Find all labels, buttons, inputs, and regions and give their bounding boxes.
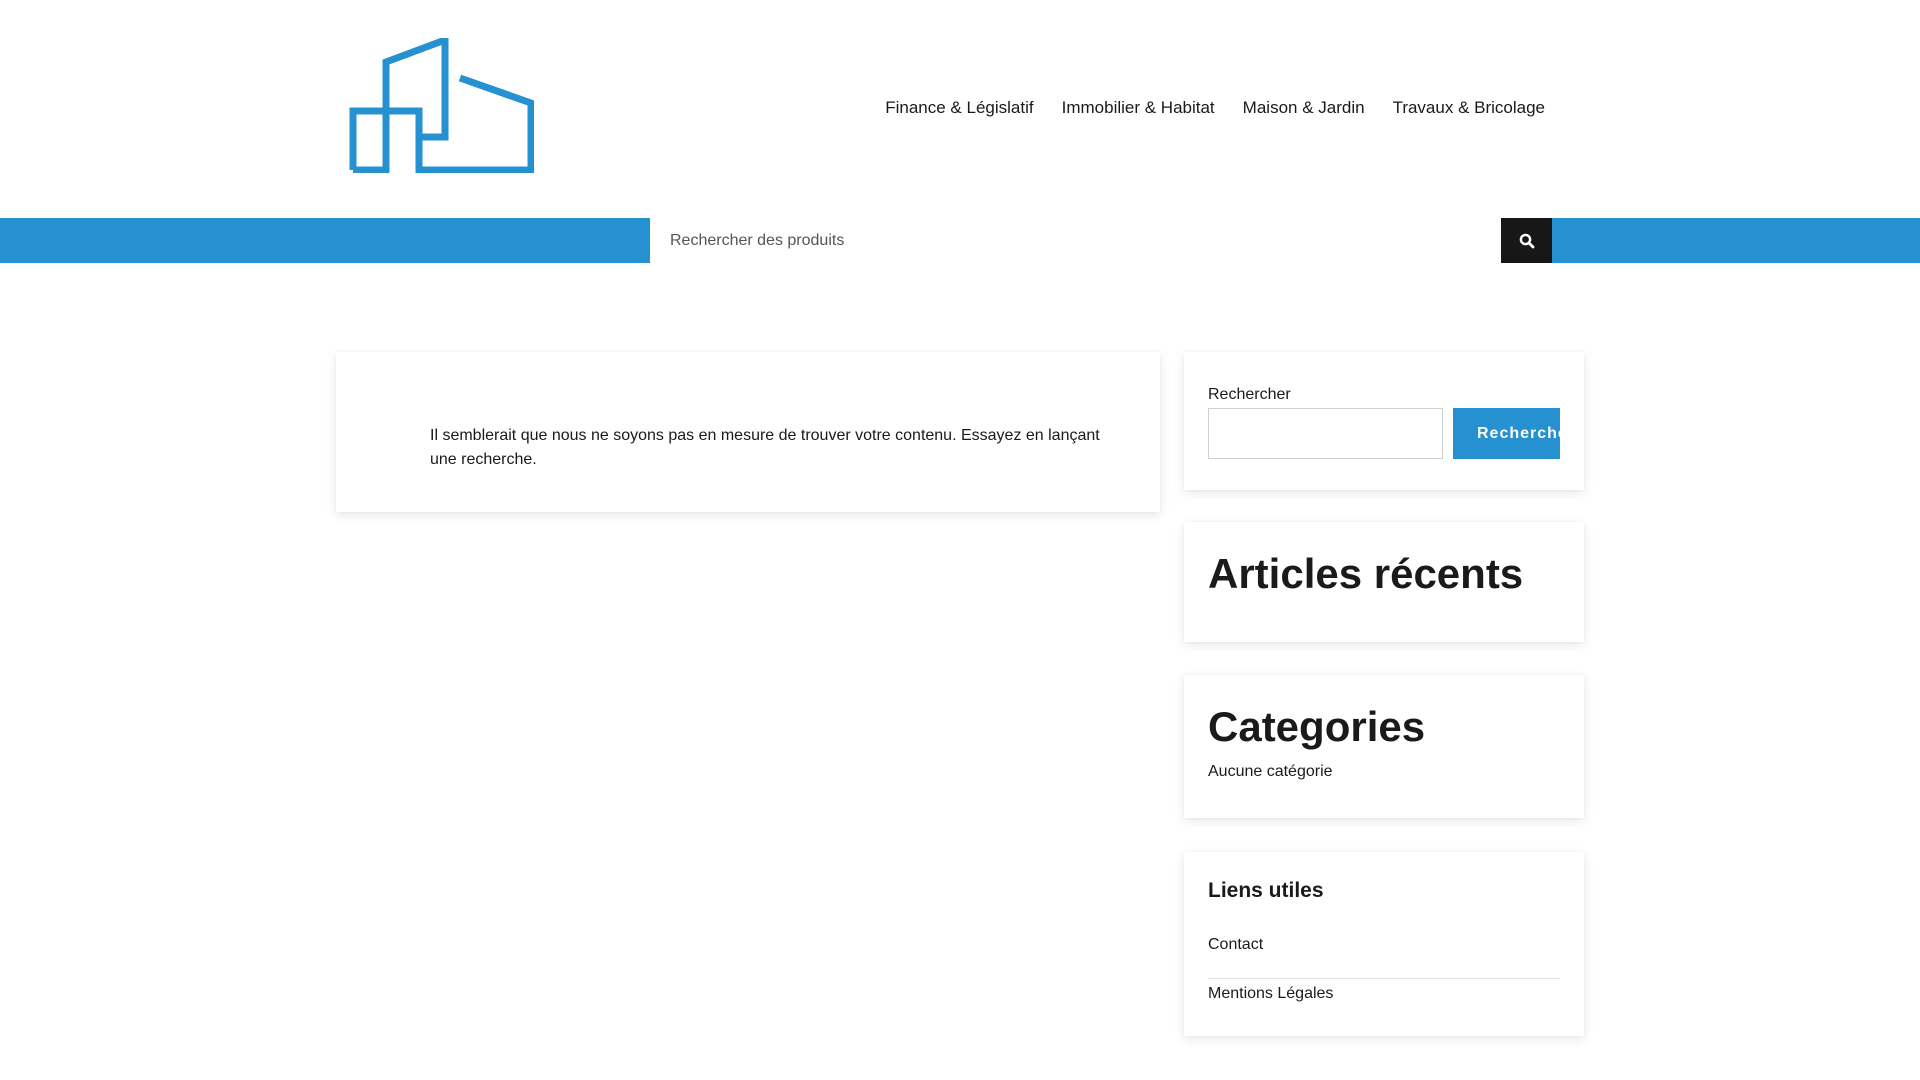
building-logo-icon [349,34,535,174]
search-widget-button[interactable]: Recherche [1453,408,1560,459]
categories-widget: Categories Aucune catégorie [1184,675,1584,818]
nav-item-immobilier-habitat[interactable]: Immobilier & Habitat [1062,98,1215,118]
useful-links-widget: Liens utiles Contact Mentions Légales [1184,852,1584,1036]
no-category-text: Aucune catégorie [1208,763,1333,780]
search-widget: Rechercher Recherche [1184,352,1584,490]
useful-links-title: Liens utiles [1208,879,1324,902]
nav-item-maison-jardin[interactable]: Maison & Jardin [1243,98,1365,118]
product-search-bar [0,218,1920,263]
legal-notice-link[interactable]: Mentions Légales [1208,985,1333,1002]
site-logo[interactable] [349,34,535,174]
site-header: Finance & Législatif Immobilier & Habita… [0,0,1920,218]
recent-articles-widget: Articles récents [1184,522,1584,642]
no-results-message: Il semblerait que nous ne soyons pas en … [430,427,1100,468]
useful-links-list: Contact Mentions Légales [1208,930,1560,1028]
categories-title: Categories [1208,703,1426,750]
search-icon [1519,233,1534,248]
search-widget-label: Rechercher [1208,386,1291,403]
nav-item-travaux-bricolage[interactable]: Travaux & Bricolage [1393,98,1545,118]
search-widget-input[interactable] [1208,408,1443,459]
list-item: Mentions Légales [1208,979,1560,1028]
product-search-input[interactable] [650,218,1502,263]
product-search-button[interactable] [1501,218,1552,263]
no-results-card: Il semblerait que nous ne soyons pas en … [336,352,1160,512]
nav-item-finance-legislatif[interactable]: Finance & Législatif [885,98,1033,118]
list-item: Contact [1208,930,1560,979]
recent-articles-title: Articles récents [1208,550,1524,597]
contact-link[interactable]: Contact [1208,936,1263,953]
main-navigation: Finance & Législatif Immobilier & Habita… [885,98,1545,118]
